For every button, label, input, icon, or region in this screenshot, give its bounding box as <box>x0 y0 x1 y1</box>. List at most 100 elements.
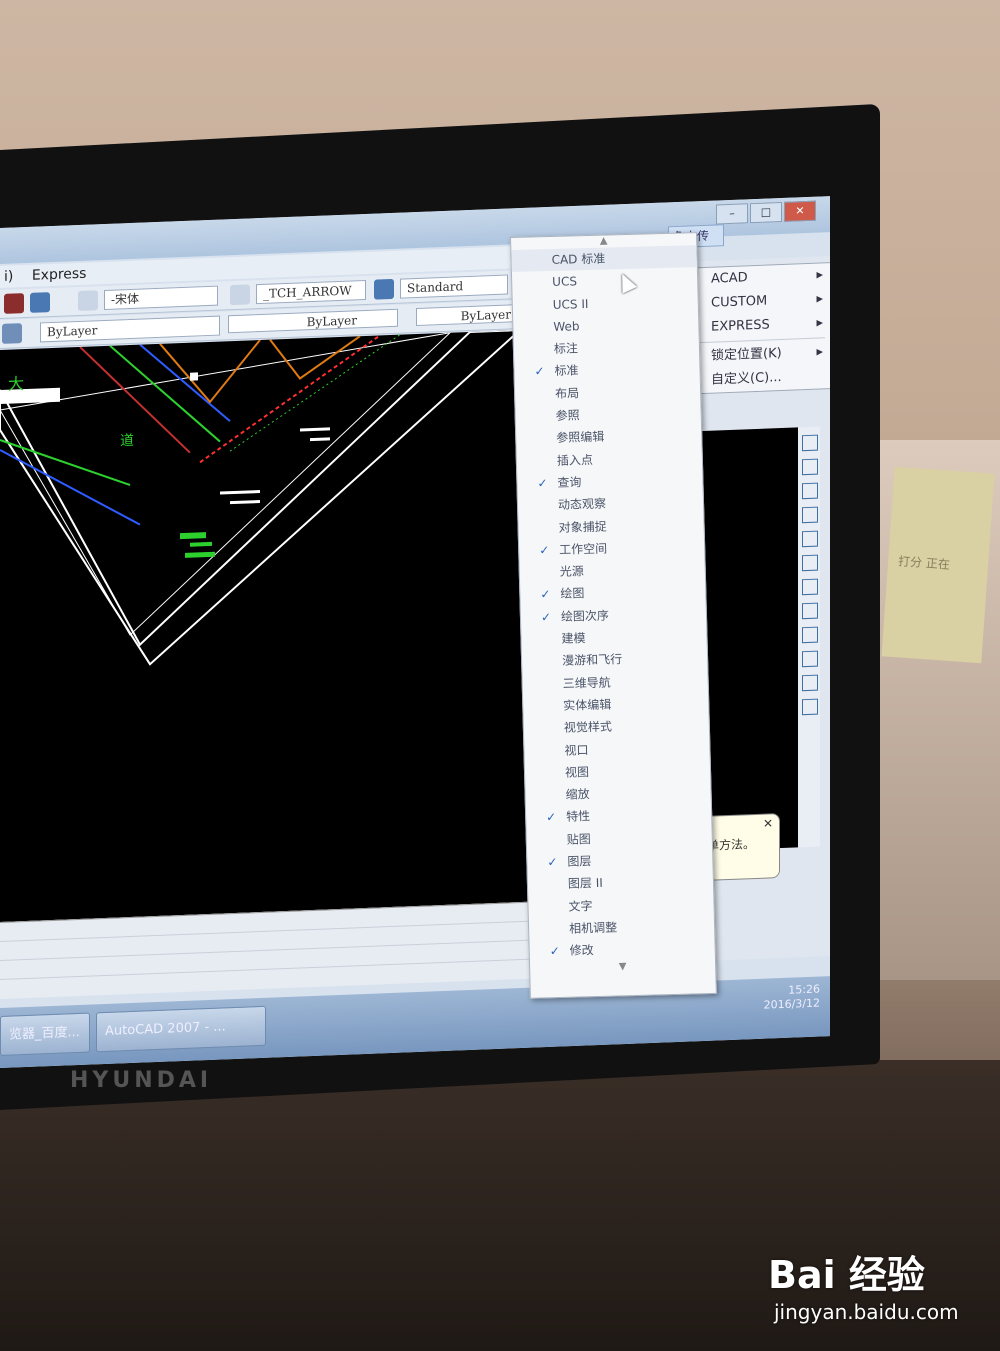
toolbar-menu-item-label: 布局 <box>554 386 580 401</box>
table-style-select[interactable]: Standard <box>400 274 508 299</box>
menu-item-label: CUSTOM <box>711 293 768 311</box>
toolbar-list-menu: ▲ CAD 标准 UCS UCS II Web 标注 ✓ 标准 布局 参照 参照编辑 插入点 ✓ 查询动… <box>510 232 717 999</box>
toolbar-menu-item-label: UCS <box>552 274 578 290</box>
table-style-icon[interactable] <box>374 278 394 300</box>
watermark-logo: Bai 经验 <box>768 1253 925 1297</box>
join-icon[interactable] <box>802 626 818 644</box>
rotate-icon[interactable] <box>802 482 818 500</box>
toolbar-menu-item-label: 视图 <box>564 764 590 780</box>
toolbar-context-menu: ACAD ▸ CUSTOM ▸ EXPRESS ▸ 锁定位置(K) ▸ 自定义(C)..… <box>680 262 830 395</box>
toolbar-menu-item-label: 视口 <box>564 742 589 758</box>
close-icon[interactable]: ✕ <box>763 816 773 830</box>
menu-item-label: ACAD <box>711 270 748 287</box>
menu-item-label: 自定义(C)... <box>711 369 782 388</box>
watermark-url: jingyan.baidu.com <box>774 1300 959 1324</box>
taskbar-button-browser[interactable]: 览器_百度... <box>0 1012 90 1056</box>
menu-item-label: 锁定位置(K) <box>711 345 782 364</box>
dim-style-icon[interactable] <box>230 284 250 306</box>
toolbar-menu-item-label: 绘图 <box>560 586 585 602</box>
toolbar-menu-item-label: 图层 <box>567 854 592 869</box>
dim-style-select[interactable]: _TCH_ARROW <box>256 279 366 305</box>
toolbar-menu-item-label: CAD 标准 <box>551 251 606 267</box>
menu-item-express[interactable]: EXPRESS ▸ <box>681 311 830 341</box>
toolbar-menu-item-label: 贴图 <box>566 831 591 847</box>
toolbar-menu-item-label: Web <box>553 319 580 334</box>
checkmark-icon: ✓ <box>537 476 548 491</box>
toolbar-menu-item-label: 参照编辑 <box>556 429 605 446</box>
cad-drawing: 大 道 <box>0 329 523 666</box>
break-icon[interactable] <box>802 602 818 620</box>
toolbar-menu-item-label: 三维导航 <box>562 675 611 691</box>
toolbar-menu-item-label: 工作空间 <box>559 541 608 557</box>
watermark: Bai 经验 jingyan.baidu.com <box>760 1240 990 1340</box>
clock-date: 2016/3/12 <box>763 996 820 1012</box>
checkmark-icon: ✓ <box>546 810 557 825</box>
taskbar-button-autocad[interactable]: AutoCAD 2007 - ... <box>96 1005 266 1053</box>
submenu-arrow-icon: ▸ <box>816 315 823 331</box>
menu-item[interactable]: i) <box>4 268 13 284</box>
explode-icon[interactable] <box>802 698 818 716</box>
sticky-note-text: 打分 正在 <box>897 554 951 572</box>
monitor-brand: HYUNDAI <box>70 1068 213 1093</box>
color-select[interactable]: ByLayer <box>40 315 220 343</box>
sticky-note: 打分 正在 <box>881 466 995 664</box>
toolbar-menu-item-label: 相机调整 <box>568 920 618 936</box>
checkmark-icon: ✓ <box>540 609 552 625</box>
trim-icon[interactable] <box>802 554 818 572</box>
submenu-arrow-icon: ▸ <box>816 267 823 283</box>
modify-toolbar <box>798 426 820 848</box>
toolbar-menu-item-label: 参照 <box>555 408 580 423</box>
toolbar-menu-item-label: 对象捕捉 <box>558 519 607 535</box>
grid-icon[interactable] <box>4 293 24 314</box>
toolbar-menu-item-label: 插入点 <box>556 452 594 468</box>
toolbar-menu-item-label: 修改 <box>569 943 594 958</box>
chamfer-icon[interactable] <box>802 650 818 668</box>
checkmark-icon: ✓ <box>534 364 545 379</box>
submenu-arrow-icon: ▸ <box>816 291 823 307</box>
text-style-select[interactable]: -宋体 <box>104 285 218 311</box>
extend-icon[interactable] <box>802 578 818 596</box>
minimize-icon[interactable]: – <box>716 203 748 225</box>
close-icon[interactable]: ✕ <box>784 200 816 222</box>
system-clock[interactable]: 15:26 2016/3/12 <box>764 982 820 1012</box>
toolbar-menu-item-label: 绘图次序 <box>560 608 610 624</box>
checkmark-icon: ✓ <box>540 587 551 602</box>
toolbar-menu-item-label: 标准 <box>554 363 579 379</box>
toolbar-menu-item-label: 查询 <box>557 475 582 490</box>
window-controls: – □ ✕ <box>716 200 816 225</box>
drawing-canvas[interactable]: 大 道 <box>0 329 545 922</box>
toolbar-menu-item-label: 文字 <box>568 898 593 914</box>
toolbar-list-items: CAD 标准 UCS UCS II Web 标注 ✓ 标准布局参照参照编辑插入点 ✓ 查询动态观… <box>511 245 715 963</box>
toolbar-menu-item-label: 漫游和飞行 <box>561 652 623 669</box>
toolbar-menu-item-label: 光源 <box>559 564 584 579</box>
lineweight-select[interactable]: ByLayer <box>416 304 516 327</box>
submenu-arrow-icon: ▸ <box>816 344 823 360</box>
toolbar-menu-item-label: 动态观察 <box>557 496 607 513</box>
toolbar-menu-item-label: 缩放 <box>565 787 590 802</box>
drawing-label: 大 <box>8 374 24 394</box>
linetype-select[interactable]: ByLayer <box>228 308 398 334</box>
toolbar-menu-item-label: 图层 II <box>567 876 604 892</box>
stretch-icon[interactable] <box>802 530 818 548</box>
toolbar-menu-item-label: 标注 <box>553 341 579 357</box>
toolbar-menu-item-label: UCS II <box>552 296 589 312</box>
scale-icon[interactable] <box>802 506 818 524</box>
menu-item-customize[interactable]: 自定义(C)... <box>681 364 830 394</box>
tool-icon[interactable] <box>802 434 818 452</box>
drawing-label: 道 <box>120 433 134 450</box>
menu-item-label: EXPRESS <box>711 317 770 335</box>
fillet-icon[interactable] <box>802 674 818 692</box>
toolbar-menu-item-label: 实体编辑 <box>563 697 612 713</box>
checkmark-icon: ✓ <box>547 854 558 870</box>
maximize-icon[interactable]: □ <box>750 201 782 224</box>
toolbar-menu-item-label: 特性 <box>566 809 591 825</box>
toolbar-menu-item-label: 视觉样式 <box>563 719 613 735</box>
checkmark-icon: ✓ <box>549 944 560 959</box>
layer-icon[interactable] <box>2 323 22 344</box>
move-icon[interactable] <box>802 458 818 476</box>
checkmark-icon: ✓ <box>539 542 550 558</box>
menu-item-express[interactable]: Express <box>32 266 87 284</box>
help-icon[interactable] <box>30 292 50 313</box>
text-style-icon[interactable] <box>78 290 98 312</box>
toolbar-menu-item-label: 建模 <box>561 631 586 646</box>
